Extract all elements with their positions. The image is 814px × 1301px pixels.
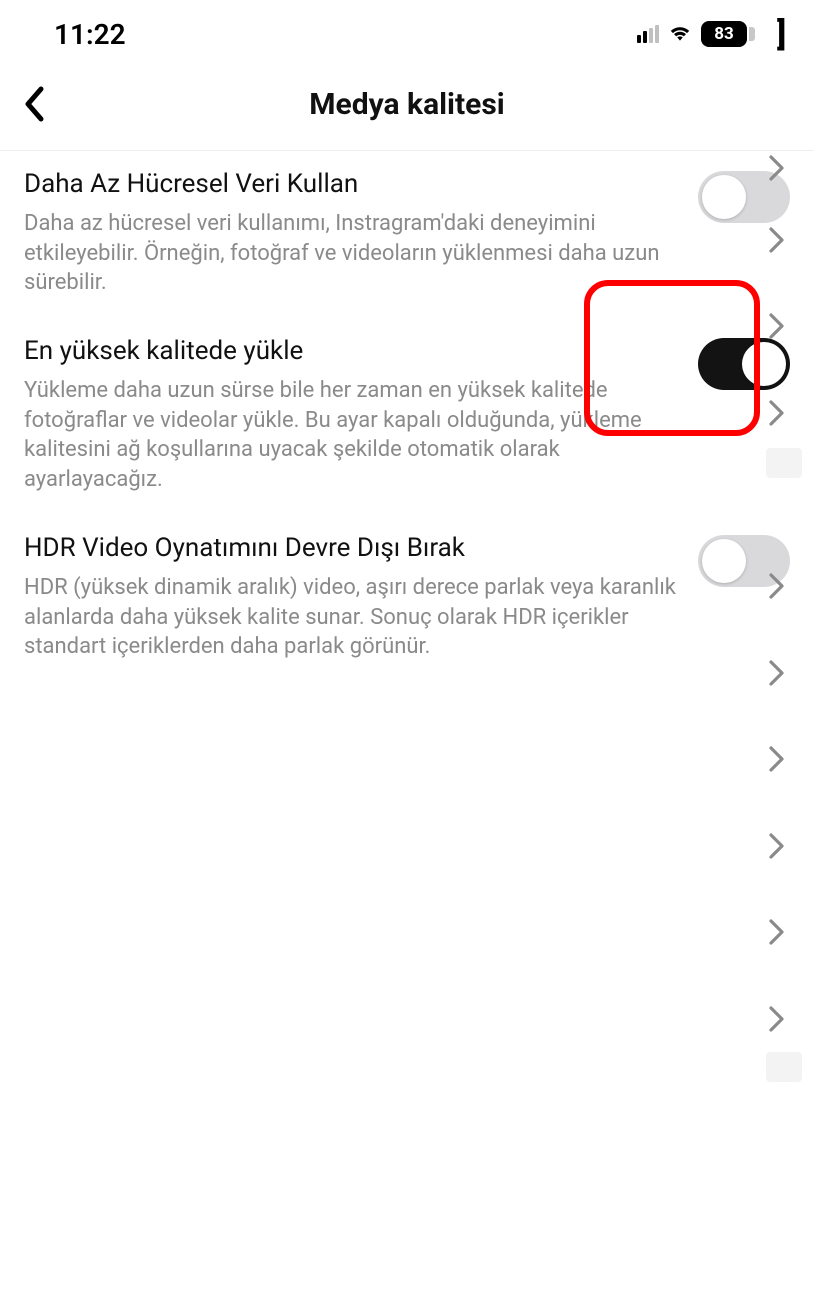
- chevron-right-icon[interactable]: [768, 655, 786, 691]
- chevron-right-icon[interactable]: [768, 150, 786, 186]
- setting-upload-highest-quality: En yüksek kalitede yükle Yükleme daha uz…: [24, 336, 790, 523]
- status-time: 11:22: [54, 18, 126, 51]
- back-button[interactable]: [12, 82, 56, 126]
- chevron-right-icon[interactable]: [768, 222, 786, 258]
- battery-percent: 83: [714, 24, 734, 44]
- navbar: Medya kalitesi: [0, 62, 814, 151]
- setting-title: En yüksek kalitede yükle: [24, 336, 678, 366]
- page-title: Medya kalitesi: [309, 87, 504, 122]
- chevron-right-icon[interactable]: [768, 914, 786, 950]
- chevron-right-icon[interactable]: [768, 395, 786, 431]
- chevron-left-icon: [23, 86, 45, 122]
- setting-title: Daha Az Hücresel Veri Kullan: [24, 169, 678, 199]
- chevron-right-icon[interactable]: [768, 308, 786, 344]
- background-block: [766, 1052, 802, 1082]
- setting-disable-hdr-playback: HDR Video Oynatımını Devre Dışı Bırak HD…: [24, 533, 790, 690]
- toggle-upload-highest-quality[interactable]: [698, 338, 790, 390]
- chevron-right-icon[interactable]: [768, 741, 786, 777]
- status-icons: 83 ]: [637, 15, 786, 53]
- chevron-right-icon[interactable]: [768, 1001, 786, 1037]
- status-bar: 11:22 83 ]: [0, 0, 814, 62]
- setting-title: HDR Video Oynatımını Devre Dışı Bırak: [24, 533, 678, 563]
- chevron-right-icon[interactable]: [768, 828, 786, 864]
- chevron-right-icon[interactable]: [768, 568, 786, 604]
- background-block: [766, 448, 802, 478]
- setting-description: Daha az hücresel veri kullanımı, Instrag…: [24, 209, 678, 298]
- setting-description: HDR (yüksek dinamik aralık) video, aşırı…: [24, 573, 678, 662]
- setting-description: Yükleme daha uzun sürse bile her zaman e…: [24, 376, 678, 495]
- settings-list: Daha Az Hücresel Veri Kullan Daha az hüc…: [0, 151, 814, 690]
- setting-less-cellular-data: Daha Az Hücresel Veri Kullan Daha az hüc…: [24, 169, 790, 326]
- overlay-glyph: ]: [777, 15, 786, 53]
- wifi-icon: [667, 22, 693, 46]
- cellular-signal-icon: [637, 25, 659, 43]
- battery-icon: 83: [701, 21, 747, 47]
